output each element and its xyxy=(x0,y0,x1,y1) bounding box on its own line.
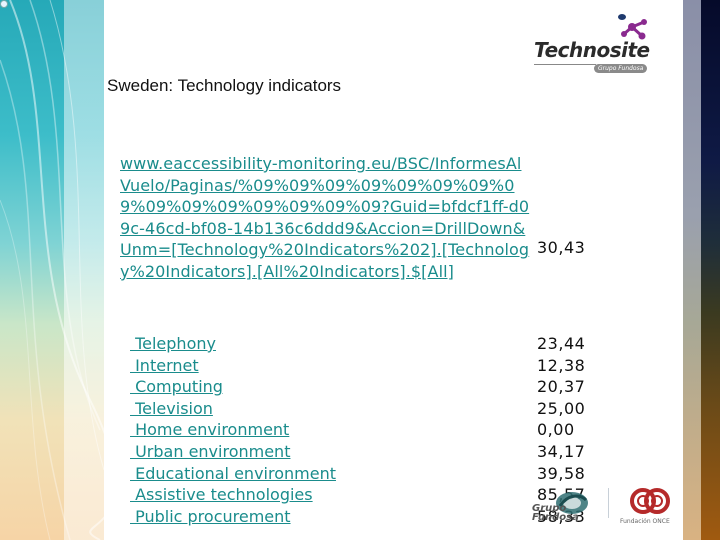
technosite-logo: Technosite Grupo Fundosa xyxy=(534,14,654,80)
logo-underline xyxy=(534,64,596,65)
indicator-link-television[interactable]: Television xyxy=(130,398,336,420)
grupo-fundosa-logo: Grupo Fundosa xyxy=(532,490,592,530)
indicator-link-public-procurement[interactable]: Public procurement xyxy=(130,506,336,528)
once-rings-icon xyxy=(630,488,670,514)
technosite-brand-text: Technosite xyxy=(534,38,650,62)
indicator-link-educational-environment[interactable]: Educational environment xyxy=(130,463,336,485)
eaccessibility-url-link[interactable]: www.eaccessibility-monitoring.eu/BSC/Inf… xyxy=(120,153,532,283)
once-text: Fundación ONCE xyxy=(620,518,670,525)
fundacion-once-logo: Fundación ONCE xyxy=(620,486,680,530)
indicator-link-home-environment[interactable]: Home environment xyxy=(130,419,336,441)
indicator-list: Telephony Internet Computing Television … xyxy=(130,333,336,527)
corner-handle-icon xyxy=(0,0,8,8)
technosite-sub-text: Grupo Fundosa xyxy=(594,64,648,73)
indicator-link-urban-environment[interactable]: Urban environment xyxy=(130,441,336,463)
indicator-value: 34,17 xyxy=(537,441,586,461)
fundosa-text: Grupo Fundosa xyxy=(532,503,579,523)
slide-title: Sweden: Technology indicators xyxy=(107,76,342,95)
indicator-value: 0,00 xyxy=(537,420,575,440)
footer-separator xyxy=(608,488,609,518)
indicator-value: 39,58 xyxy=(537,463,586,483)
right-dark-bar xyxy=(701,0,720,540)
indicator-value: 20,37 xyxy=(537,377,586,397)
overall-value: 30,43 xyxy=(537,238,586,257)
left-decorative-background xyxy=(0,0,104,540)
indicator-link-internet[interactable]: Internet xyxy=(130,355,336,377)
indicator-link-assistive-technologies[interactable]: Assistive technologies xyxy=(130,484,336,506)
indicator-link-telephony[interactable]: Telephony xyxy=(130,333,336,355)
indicator-value: 25,00 xyxy=(537,398,586,418)
indicator-value: 12,38 xyxy=(537,355,586,375)
indicator-link-computing[interactable]: Computing xyxy=(130,376,336,398)
right-gray-bar xyxy=(683,0,701,540)
indicator-value: 23,44 xyxy=(537,334,586,353)
wave-lines-decoration xyxy=(0,0,104,540)
